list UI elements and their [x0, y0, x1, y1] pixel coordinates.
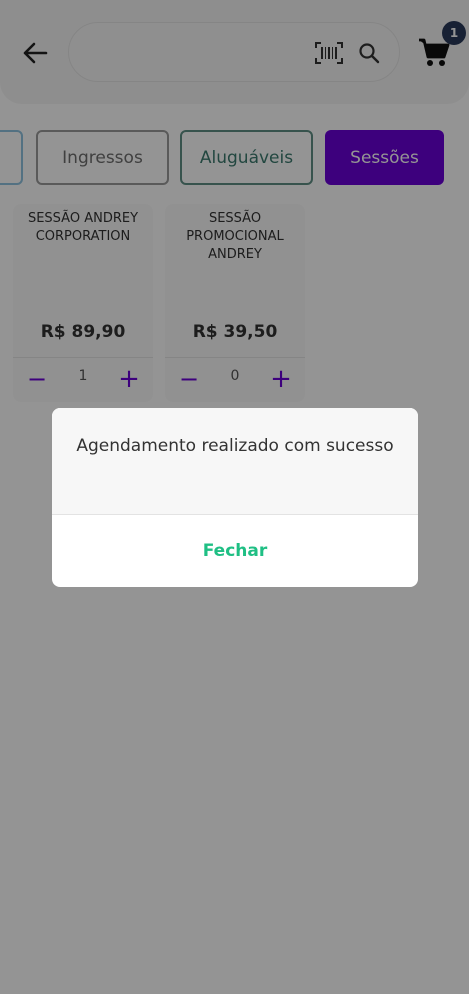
dialog-message: Agendamento realizado com sucesso: [76, 436, 394, 456]
close-dialog-button[interactable]: Fechar: [52, 515, 418, 587]
dialog-body: Agendamento realizado com sucesso: [52, 408, 418, 514]
success-dialog: Agendamento realizado com sucesso Fechar: [52, 408, 418, 587]
